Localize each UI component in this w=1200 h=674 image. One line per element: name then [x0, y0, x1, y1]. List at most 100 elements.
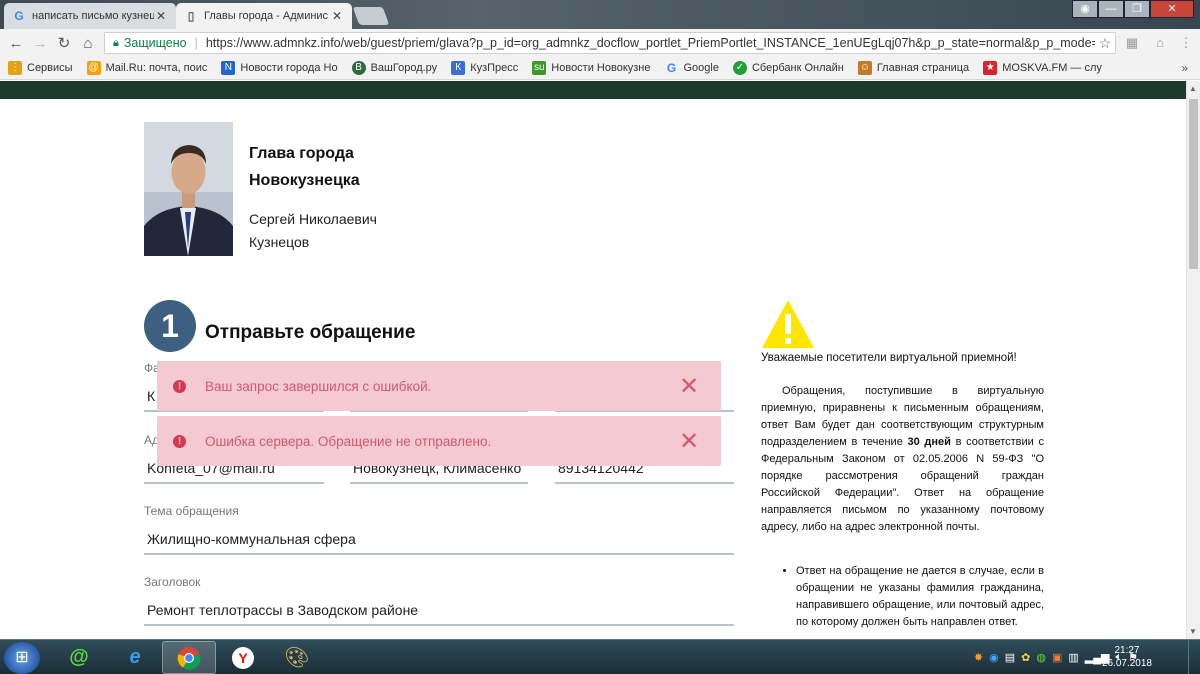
- close-window-button[interactable]: ✕: [1150, 0, 1194, 18]
- extension-icon[interactable]: ▦: [1124, 35, 1140, 51]
- tab-strip: G написать письмо кузнецов ✕ ▯ Главы гор…: [0, 0, 1200, 29]
- bookmark-label: Новости города Но: [240, 62, 338, 74]
- bookmark-label: Google: [683, 62, 719, 74]
- notice-paragraph: Обращения, поступившие в виртуальную при…: [761, 383, 1044, 536]
- mayor-name: Сергей Николаевич Кузнецов: [249, 208, 377, 254]
- bookmark-item[interactable]: @ Mail.Ru: почта, поис: [86, 61, 207, 75]
- browser-toolbar: ← → ↻ ⌂ 🔒︎ Защищено | https://www.admnkz…: [0, 29, 1200, 57]
- chrome-icon[interactable]: [162, 641, 216, 674]
- tray-app-icon[interactable]: ▣: [1052, 651, 1062, 664]
- bookmarks-more-button[interactable]: »: [1181, 61, 1188, 75]
- step-number-badge: 1: [144, 300, 196, 352]
- extension-icon[interactable]: ⌂: [1152, 35, 1168, 51]
- minimize-button[interactable]: —: [1098, 0, 1124, 18]
- person-icon: ☺: [857, 61, 872, 75]
- tab-title: написать письмо кузнецов: [32, 10, 154, 22]
- error-icon: !: [173, 379, 186, 393]
- home-button[interactable]: ⌂: [76, 35, 100, 52]
- tray-app-icon[interactable]: ✸: [974, 651, 983, 664]
- paint-icon[interactable]: 🎨︎: [270, 641, 324, 674]
- url-text[interactable]: https://www.admnkz.info/web/guest/priem/…: [206, 36, 1095, 50]
- kuzpress-icon: К: [451, 61, 466, 75]
- svg-text:Y: Y: [238, 650, 248, 666]
- bookmark-item[interactable]: G Google: [665, 61, 719, 75]
- forward-button[interactable]: →: [28, 35, 52, 52]
- bookmark-item[interactable]: su Новости Новокузне: [532, 61, 651, 75]
- mayor-title-line: Новокузнецка: [249, 172, 360, 189]
- google-icon: G: [666, 61, 677, 75]
- tray-app-icon[interactable]: ▥: [1068, 651, 1078, 664]
- mayor-title-line: Глава города: [249, 145, 354, 162]
- topic-label: Тема обращения: [144, 504, 239, 518]
- bookmark-label: Сервисы: [27, 62, 73, 74]
- notice-list-item: Ответ на обращение не дается в случае, е…: [796, 563, 1044, 631]
- news-icon: N: [221, 61, 236, 75]
- notice-heading: Уважаемые посетители виртуальной приемно…: [761, 352, 1017, 364]
- tray-app-icon[interactable]: ◍: [1036, 651, 1046, 664]
- mayor-title: Глава города Новокузнецка: [249, 140, 360, 194]
- start-button[interactable]: ⊞: [4, 642, 40, 674]
- scroll-up-icon[interactable]: ▲: [1189, 84, 1197, 93]
- mayor-photo: [144, 122, 233, 256]
- scrollbar-thumb[interactable]: [1189, 99, 1198, 269]
- bookmark-label: КузПресс: [470, 62, 519, 74]
- bookmark-item[interactable]: ⋮ Сервисы: [8, 61, 73, 75]
- bookmark-item[interactable]: N Новости города Но: [221, 61, 338, 75]
- user-icon[interactable]: ◉: [1072, 0, 1098, 18]
- maximize-button[interactable]: ❐: [1124, 0, 1150, 18]
- bookmark-item[interactable]: ☺ Главная страница: [857, 61, 969, 75]
- tab-search[interactable]: G написать письмо кузнецов ✕: [4, 3, 176, 29]
- tab-admin[interactable]: ▯ Главы города - Админис ✕: [176, 3, 352, 29]
- window-controls: ◉ — ❐ ✕: [1072, 0, 1194, 18]
- windows-taskbar: ⊞ @ e Y 🎨︎ ✸ ◉ ▤ ✿ ◍ ▣ ▥ ▂▄▆ 🔈︎ ⚑ 21:27 …: [0, 639, 1200, 674]
- su-icon: su: [532, 61, 547, 75]
- mail-agent-icon[interactable]: @: [52, 641, 106, 674]
- bookmark-label: MOSKVA.FM — слу: [1002, 62, 1102, 74]
- lock-icon: 🔒︎: [113, 36, 119, 49]
- tray-app-icon[interactable]: ◉: [989, 651, 999, 664]
- error-icon: !: [173, 434, 186, 448]
- new-tab-button[interactable]: [352, 7, 390, 25]
- reload-button[interactable]: ↻: [52, 34, 76, 52]
- address-bar[interactable]: 🔒︎ Защищено | https://www.admnkz.info/we…: [104, 32, 1116, 54]
- show-desktop-button[interactable]: [1188, 640, 1200, 674]
- menu-icon[interactable]: ⋮: [1178, 35, 1194, 51]
- google-icon: G: [14, 9, 24, 23]
- yandex-icon[interactable]: Y: [216, 641, 270, 674]
- notice-text: в соответствии с Федеральным Законом от …: [761, 436, 1044, 533]
- divider: |: [194, 36, 198, 50]
- toast-message: Ваш запрос завершился с ошибкой.: [205, 378, 432, 394]
- heading-input[interactable]: [144, 599, 734, 626]
- clock-time: 21:27: [1114, 645, 1140, 656]
- bookmark-item[interactable]: ✓ Сбербанк Онлайн: [732, 61, 844, 75]
- tray-app-icon[interactable]: ✿: [1021, 651, 1030, 664]
- mayor-name-line: Кузнецов: [249, 234, 310, 250]
- mayor-portrait: [144, 122, 233, 256]
- clock[interactable]: 21:27 26.07.2018: [1102, 644, 1152, 670]
- bookmark-item[interactable]: ★ MOSKVA.FM — слу: [983, 61, 1102, 75]
- star-icon[interactable]: ☆: [1095, 35, 1115, 52]
- bookmarks-bar: ⋮ Сервисы @ Mail.Ru: почта, поис N Новос…: [0, 57, 1200, 80]
- tray-app-icon[interactable]: ▤: [1005, 651, 1015, 664]
- close-icon[interactable]: ✕: [330, 9, 344, 23]
- bookmark-label: Новости Новокузне: [551, 62, 651, 74]
- topic-select[interactable]: [144, 528, 734, 555]
- ie-icon[interactable]: e: [108, 641, 162, 674]
- bookmark-item[interactable]: К КузПресс: [451, 61, 518, 75]
- close-icon[interactable]: ✕: [154, 9, 168, 23]
- error-toast: ! Ошибка сервера. Обращение не отправлен…: [157, 416, 721, 466]
- bookmark-label: ВашГород.ру: [370, 62, 438, 74]
- page-icon: ▯: [187, 9, 195, 23]
- close-icon[interactable]: ✕: [674, 427, 704, 456]
- page-scrollbar[interactable]: ▲ ▼: [1186, 81, 1200, 639]
- bookmark-label: Сбербанк Онлайн: [751, 62, 844, 74]
- close-icon[interactable]: ✕: [674, 372, 704, 401]
- back-button[interactable]: ←: [4, 35, 28, 52]
- scroll-down-icon[interactable]: ▼: [1189, 627, 1197, 636]
- sberbank-icon: ✓: [732, 61, 747, 75]
- secure-label: Защищено: [123, 36, 187, 50]
- mailru-icon: @: [86, 61, 101, 75]
- error-toast: ! Ваш запрос завершился с ошибкой. ✕: [157, 361, 721, 411]
- warning-icon: [760, 298, 816, 353]
- bookmark-item[interactable]: B ВашГород.ру: [351, 61, 438, 75]
